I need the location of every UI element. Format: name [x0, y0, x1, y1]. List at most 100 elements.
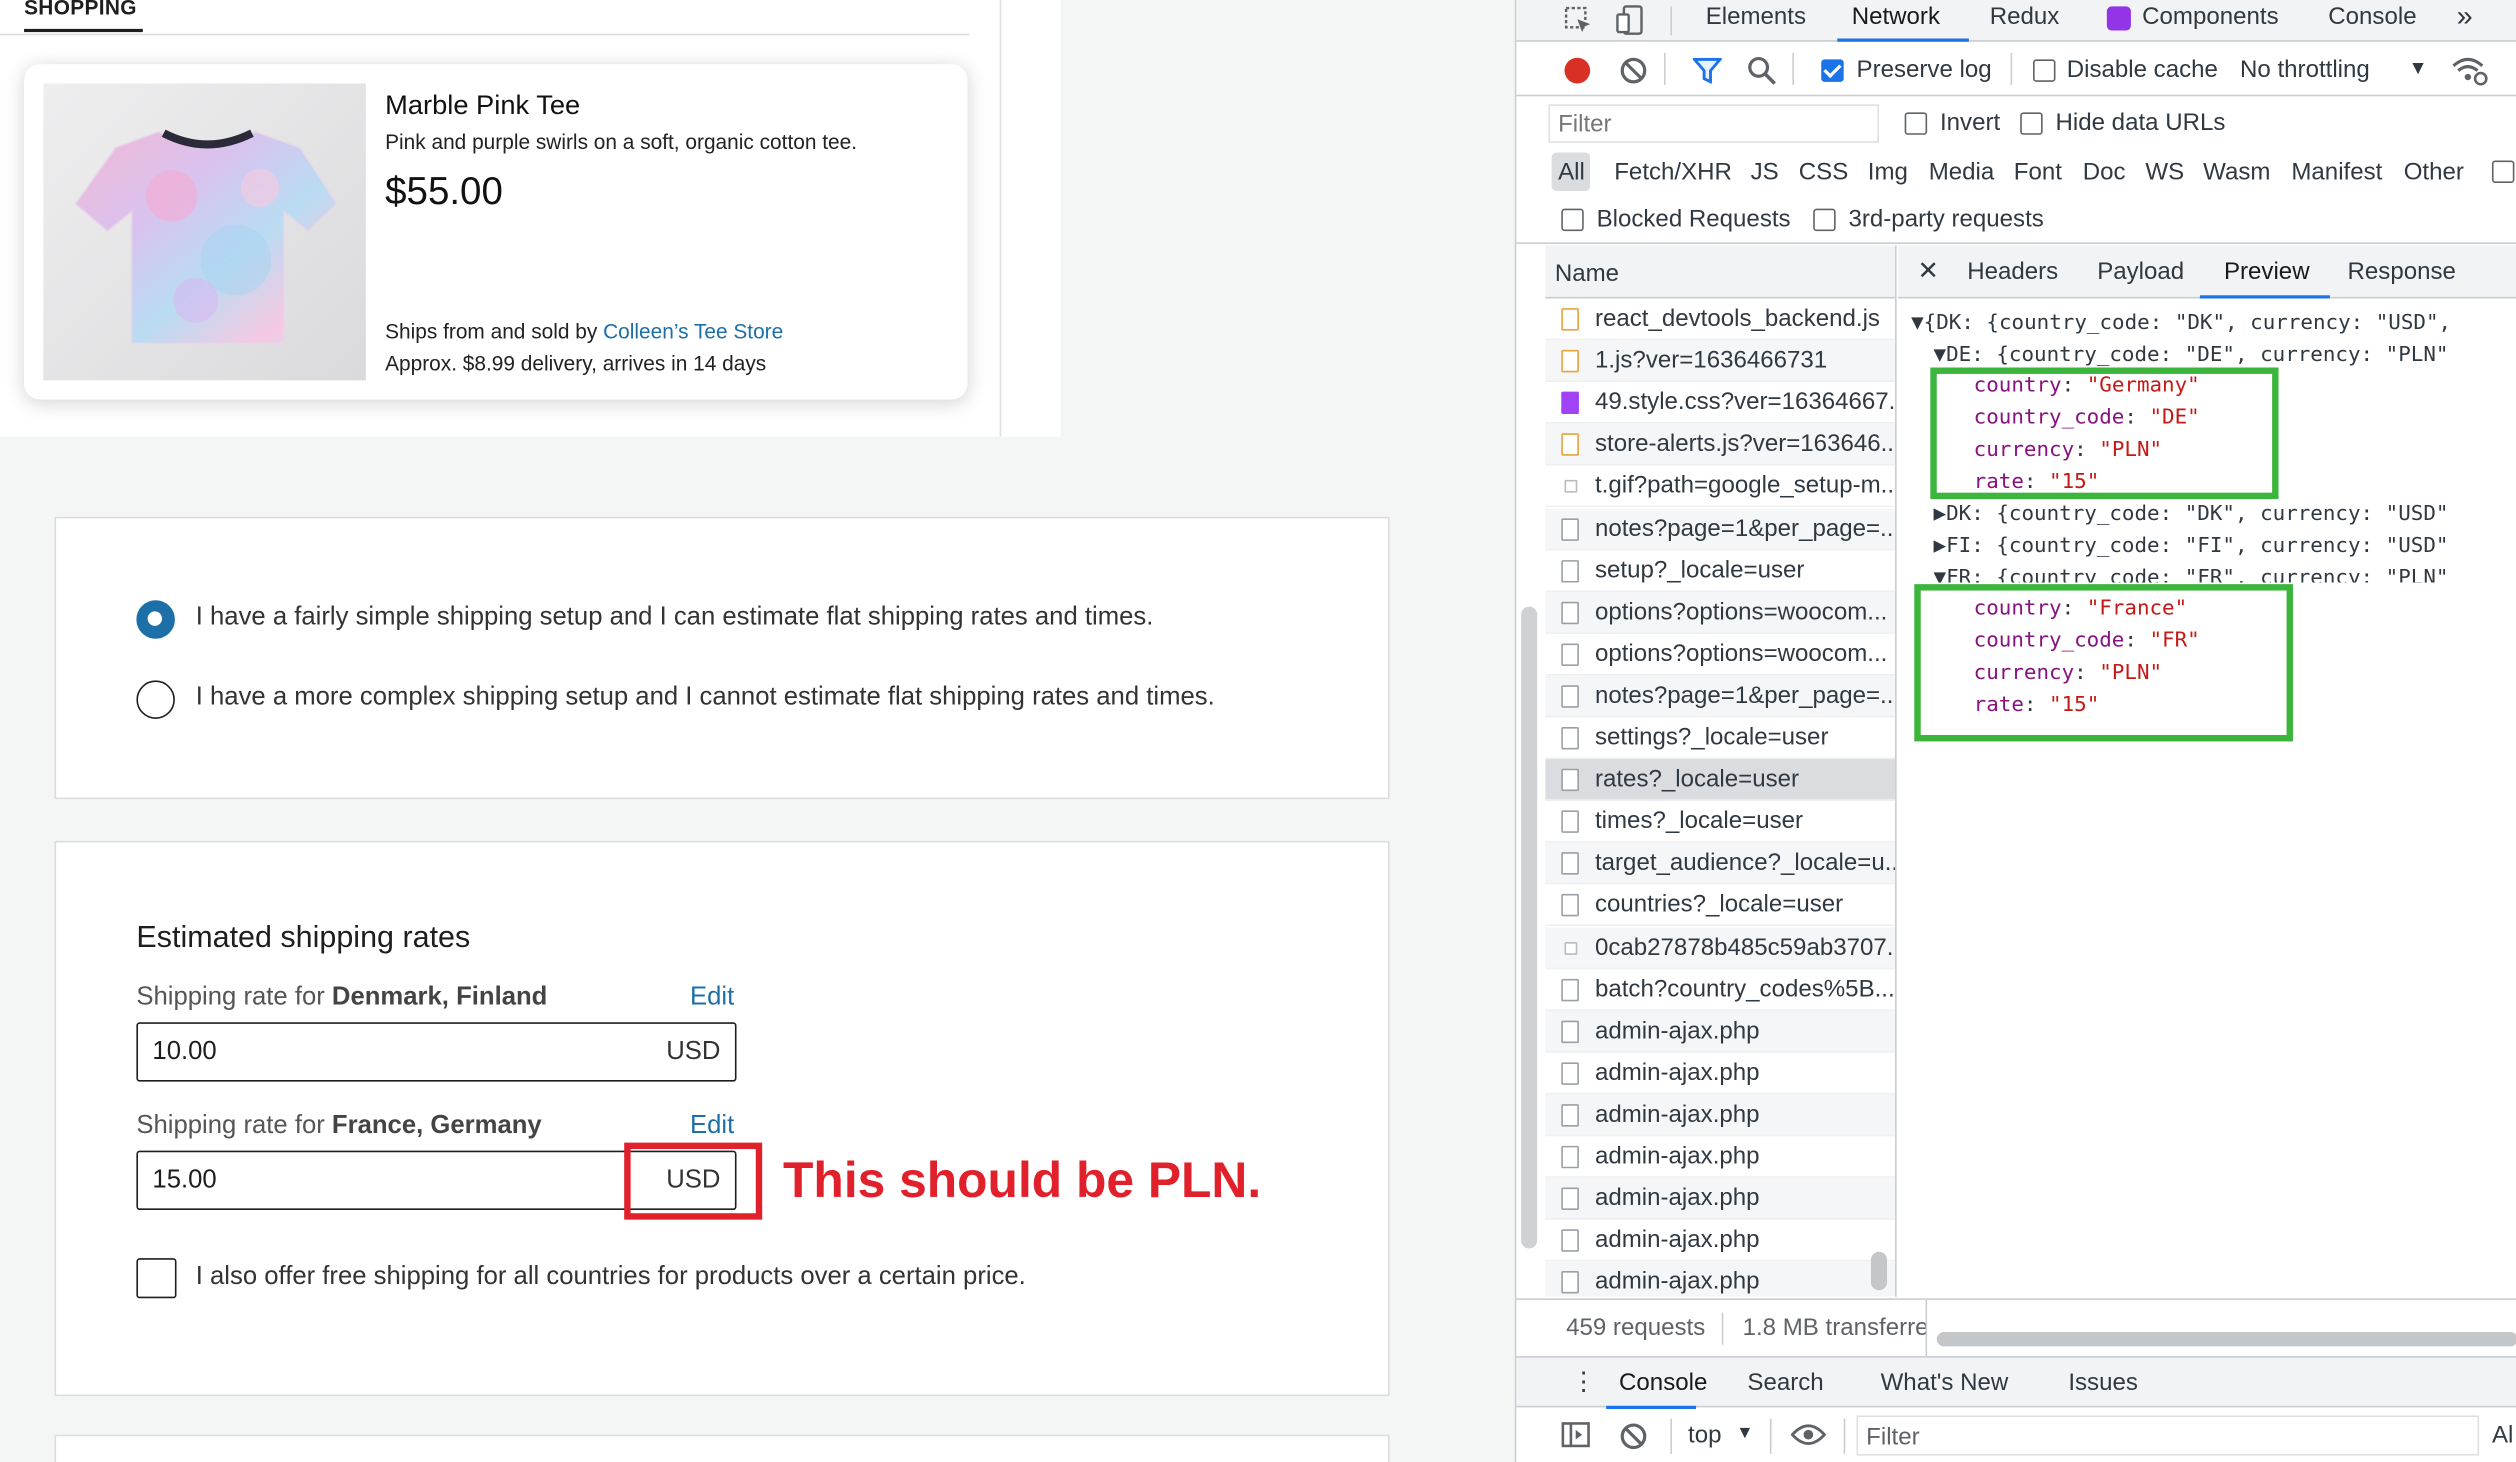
- type-other[interactable]: Other: [2404, 159, 2464, 186]
- store-link[interactable]: Colleen’s Tee Store: [603, 319, 783, 343]
- request-row[interactable]: admin-ajax.php: [1545, 1052, 1896, 1095]
- type-media[interactable]: Media: [1929, 159, 1995, 186]
- disable-cache-checkbox[interactable]: [2033, 59, 2056, 82]
- record-icon[interactable]: [1564, 57, 1591, 84]
- tab-payload[interactable]: Payload: [2097, 258, 2184, 285]
- hide-data-urls-label[interactable]: Hide data URLs: [2055, 109, 2225, 136]
- type-font[interactable]: Font: [2014, 159, 2062, 186]
- free-shipping-label[interactable]: I also offer free shipping for all count…: [196, 1263, 1026, 1292]
- request-list-scrollbar[interactable]: [1870, 1251, 1888, 1291]
- device-toolbar-icon[interactable]: [1616, 5, 1645, 44]
- clear-console-icon[interactable]: [1619, 1422, 1648, 1457]
- json-root-line[interactable]: ▼{DK: {country_code: "DK", currency: "US…: [1911, 311, 2451, 335]
- disable-cache-label[interactable]: Disable cache: [2067, 56, 2218, 83]
- scrollbar-thumb[interactable]: [1521, 606, 1538, 1249]
- tab-components[interactable]: Components: [2142, 3, 2278, 30]
- clear-icon[interactable]: [1619, 56, 1648, 91]
- request-row[interactable]: 49.style.css?ver=16364667...: [1545, 382, 1896, 424]
- request-row[interactable]: rates?_locale=user: [1545, 759, 1896, 801]
- third-party-checkbox[interactable]: [1813, 208, 1836, 232]
- tab-console[interactable]: Console: [2328, 3, 2416, 30]
- json-dk-line[interactable]: ▶DK: {country_code: "DK", currency: "USD…: [1934, 502, 2449, 526]
- drawer-tab-issues[interactable]: Issues: [2068, 1369, 2138, 1396]
- request-row[interactable]: times?_locale=user: [1545, 801, 1896, 843]
- log-level-select[interactable]: Al: [2492, 1422, 2513, 1449]
- request-row[interactable]: admin-ajax.php: [1545, 1178, 1896, 1220]
- drawer-menu-icon[interactable]: ⋮: [1571, 1366, 1597, 1398]
- triangle-down-icon[interactable]: ▼: [1934, 343, 1947, 367]
- json-fi-line[interactable]: ▶FI: {country_code: "FI", currency: "USD…: [1934, 534, 2449, 558]
- inspect-element-icon[interactable]: [1564, 6, 1593, 41]
- request-row[interactable]: target_audience?_locale=u...: [1545, 842, 1896, 885]
- preserve-log-checkbox[interactable]: [1821, 59, 1844, 82]
- complex-setup-label[interactable]: I have a more complex shipping setup and…: [196, 684, 1215, 713]
- triangle-right-icon[interactable]: ▶: [1934, 502, 1947, 526]
- complex-setup-radio[interactable]: [136, 680, 175, 719]
- triangle-down-icon[interactable]: ▼: [1911, 311, 1924, 335]
- console-filter-input[interactable]: [1856, 1415, 2480, 1456]
- left-scrollbar[interactable]: [1516, 245, 1546, 1297]
- json-fr-line[interactable]: ▼FR: {country_code: "FR", currency: "PLN…: [1934, 566, 2449, 582]
- json-de-line[interactable]: ▼DE: {country_code: "DE", currency: "PLN…: [1934, 343, 2449, 367]
- tab-redux[interactable]: Redux: [1990, 3, 2060, 30]
- chevron-down-icon[interactable]: ▼: [1736, 1423, 1753, 1442]
- more-tabs-icon[interactable]: »: [2457, 0, 2473, 34]
- blocked-requests-label[interactable]: Blocked Requests: [1597, 205, 1791, 232]
- request-row[interactable]: admin-ajax.php: [1545, 1261, 1896, 1297]
- type-wasm[interactable]: Wasm: [2203, 159, 2270, 186]
- network-conditions-icon[interactable]: [2450, 55, 2489, 94]
- type-doc[interactable]: Doc: [2083, 159, 2126, 186]
- invert-checkbox[interactable]: [1904, 112, 1928, 135]
- request-row[interactable]: admin-ajax.php: [1545, 1094, 1896, 1137]
- preserve-log-label[interactable]: Preserve log: [1857, 56, 1992, 83]
- request-row[interactable]: store-alerts.js?ver=163646...: [1545, 424, 1896, 466]
- type-ws[interactable]: WS: [2145, 159, 2184, 186]
- drawer-tab-whats-new[interactable]: What's New: [1881, 1369, 2009, 1396]
- type-img[interactable]: Img: [1868, 159, 1908, 186]
- request-row[interactable]: 1.js?ver=1636466731: [1545, 340, 1896, 383]
- detail-horizontal-scrollbar[interactable]: [1936, 1331, 2516, 1347]
- request-row[interactable]: batch?country_codes%5B...: [1545, 969, 1896, 1011]
- hide-data-urls-checkbox[interactable]: [2020, 112, 2043, 135]
- tab-elements[interactable]: Elements: [1706, 3, 1806, 30]
- invert-label[interactable]: Invert: [1940, 109, 2000, 136]
- third-party-label[interactable]: 3rd-party requests: [1848, 205, 2043, 232]
- request-row[interactable]: notes?page=1&per_page=...: [1545, 507, 1896, 550]
- sidebar-toggle-icon[interactable]: [1561, 1422, 1590, 1454]
- rate-input-denmark-finland[interactable]: 10.00 USD: [136, 1022, 737, 1082]
- request-row[interactable]: admin-ajax.php: [1545, 1136, 1896, 1178]
- request-row[interactable]: admin-ajax.php: [1545, 1220, 1896, 1262]
- throttling-select[interactable]: No throttling: [2240, 56, 2370, 83]
- simple-setup-label[interactable]: I have a fairly simple shipping setup an…: [196, 603, 1154, 632]
- triangle-down-icon[interactable]: ▼: [1934, 566, 1947, 582]
- tab-network[interactable]: Network: [1852, 3, 1940, 30]
- drawer-tab-console[interactable]: Console: [1619, 1369, 1707, 1396]
- tab-preview[interactable]: Preview: [2224, 258, 2310, 285]
- close-icon[interactable]: ✕: [1917, 255, 1939, 287]
- name-column-header[interactable]: Name: [1545, 245, 1896, 299]
- free-shipping-checkbox[interactable]: [136, 1258, 177, 1299]
- request-row[interactable]: admin-ajax.php: [1545, 1010, 1896, 1053]
- type-all[interactable]: All: [1558, 159, 1585, 186]
- has-blocked-cookies-checkbox[interactable]: [2491, 160, 2515, 183]
- request-row[interactable]: react_devtools_backend.js: [1545, 298, 1896, 341]
- eye-icon[interactable]: [1790, 1423, 1827, 1452]
- request-row[interactable]: countries?_locale=user: [1545, 885, 1896, 927]
- type-css[interactable]: CSS: [1799, 159, 1848, 186]
- drawer-tab-search[interactable]: Search: [1747, 1369, 1823, 1396]
- request-row[interactable]: settings?_locale=user: [1545, 717, 1896, 760]
- request-row[interactable]: setup?_locale=user: [1545, 550, 1896, 592]
- edit-france-germany-link[interactable]: Edit: [690, 1112, 734, 1141]
- filter-icon[interactable]: [1691, 57, 1724, 90]
- triangle-right-icon[interactable]: ▶: [1934, 534, 1947, 558]
- preview-tab-shopping[interactable]: SHOPPING: [24, 0, 137, 19]
- chevron-down-icon[interactable]: ▼: [2409, 56, 2428, 78]
- tab-headers[interactable]: Headers: [1967, 258, 2058, 285]
- request-row[interactable]: t.gif?path=google_setup-m...: [1545, 466, 1896, 508]
- product-card[interactable]: Marble Pink Tee Pink and purple swirls o…: [24, 64, 968, 400]
- request-row[interactable]: notes?page=1&per_page=...: [1545, 675, 1896, 718]
- request-row[interactable]: 0cab27878b485c59ab3707...: [1545, 926, 1896, 969]
- simple-setup-radio[interactable]: [136, 600, 175, 639]
- context-select[interactable]: top: [1688, 1422, 1721, 1449]
- blocked-requests-checkbox[interactable]: [1561, 208, 1584, 232]
